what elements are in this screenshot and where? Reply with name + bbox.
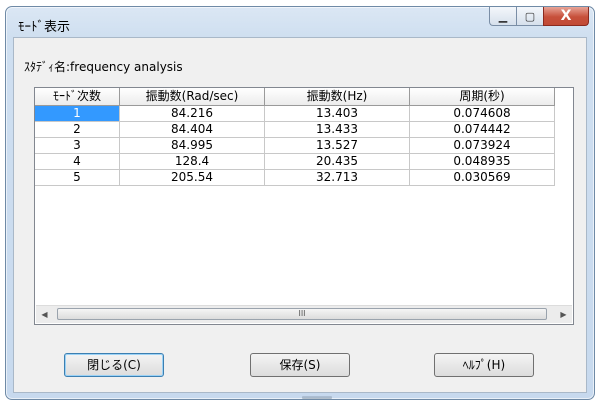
maximize-icon: ▢	[524, 9, 536, 23]
close-button[interactable]: 閉じる(C)	[64, 353, 164, 377]
mode-display-dialog: ﾓｰﾄﾞ表示 ▁ ▢ X ｽﾀﾃﾞｨ名:frequency analysis ﾓ…	[5, 6, 595, 400]
cell-mode[interactable]: 3	[35, 138, 120, 154]
maximize-button[interactable]: ▢	[516, 7, 543, 26]
table-body: 1 84.216 13.403 0.074608 2 84.404 13.433…	[35, 106, 555, 186]
minimize-icon: ▁	[498, 9, 508, 23]
cell-mode[interactable]: 5	[35, 170, 120, 186]
minimize-button[interactable]: ▁	[489, 7, 516, 26]
arrow-right-icon: ▶	[560, 310, 567, 319]
grip-icon: III	[298, 309, 306, 318]
table-row[interactable]: 3 84.995 13.527 0.073924	[35, 138, 555, 154]
header-freq-hz[interactable]: 振動数(Hz)	[265, 88, 410, 106]
horizontal-scrollbar[interactable]: ◀ III ▶	[36, 305, 572, 323]
mode-table[interactable]: ﾓｰﾄﾞ次数 振動数(Rad/sec) 振動数(Hz) 周期(秒) 1 84.2…	[34, 87, 574, 325]
cell-mode[interactable]: 2	[35, 122, 120, 138]
study-name-label: ｽﾀﾃﾞｨ名:frequency analysis	[24, 60, 183, 74]
table-row[interactable]: 5 205.54 32.713 0.030569	[35, 170, 555, 186]
header-period[interactable]: 周期(秒)	[410, 88, 555, 106]
cell-period[interactable]: 0.073924	[410, 138, 555, 154]
cell-freq-hz[interactable]: 13.433	[265, 122, 410, 138]
help-button[interactable]: ﾍﾙﾌﾟ(H)	[434, 353, 534, 377]
cell-freq-rad[interactable]: 84.995	[120, 138, 265, 154]
window-title: ﾓｰﾄﾞ表示	[18, 20, 71, 35]
cell-freq-rad[interactable]: 128.4	[120, 154, 265, 170]
bottom-grip-decoration	[302, 396, 332, 399]
table-row[interactable]: 1 84.216 13.403 0.074608	[35, 106, 555, 122]
cell-freq-hz[interactable]: 13.403	[265, 106, 410, 122]
cell-freq-rad[interactable]: 84.404	[120, 122, 265, 138]
header-freq-rad[interactable]: 振動数(Rad/sec)	[120, 88, 265, 106]
save-button[interactable]: 保存(S)	[250, 353, 350, 377]
cell-freq-rad[interactable]: 205.54	[120, 170, 265, 186]
cell-period[interactable]: 0.074608	[410, 106, 555, 122]
arrow-left-icon: ◀	[41, 310, 48, 319]
scroll-left-button[interactable]: ◀	[36, 306, 53, 323]
cell-freq-rad[interactable]: 84.216	[120, 106, 265, 122]
table-header: ﾓｰﾄﾞ次数 振動数(Rad/sec) 振動数(Hz) 周期(秒)	[35, 88, 555, 106]
table-row[interactable]: 2 84.404 13.433 0.074442	[35, 122, 555, 138]
scroll-right-button[interactable]: ▶	[555, 306, 572, 323]
cell-mode[interactable]: 4	[35, 154, 120, 170]
cell-freq-hz[interactable]: 13.527	[265, 138, 410, 154]
cell-mode[interactable]: 1	[35, 106, 120, 122]
title-bar[interactable]: ﾓｰﾄﾞ表示 ▁ ▢ X	[6, 7, 594, 41]
close-icon: X	[560, 8, 572, 24]
cell-freq-hz[interactable]: 20.435	[265, 154, 410, 170]
scrollbar-thumb[interactable]: III	[57, 308, 547, 320]
header-mode-order[interactable]: ﾓｰﾄﾞ次数	[35, 88, 120, 106]
table-row[interactable]: 4 128.4 20.435 0.048935	[35, 154, 555, 170]
cell-period[interactable]: 0.030569	[410, 170, 555, 186]
caption-buttons: ▁ ▢ X	[489, 7, 589, 27]
cell-freq-hz[interactable]: 32.713	[265, 170, 410, 186]
close-window-button[interactable]: X	[543, 7, 589, 26]
cell-period[interactable]: 0.074442	[410, 122, 555, 138]
cell-period[interactable]: 0.048935	[410, 154, 555, 170]
